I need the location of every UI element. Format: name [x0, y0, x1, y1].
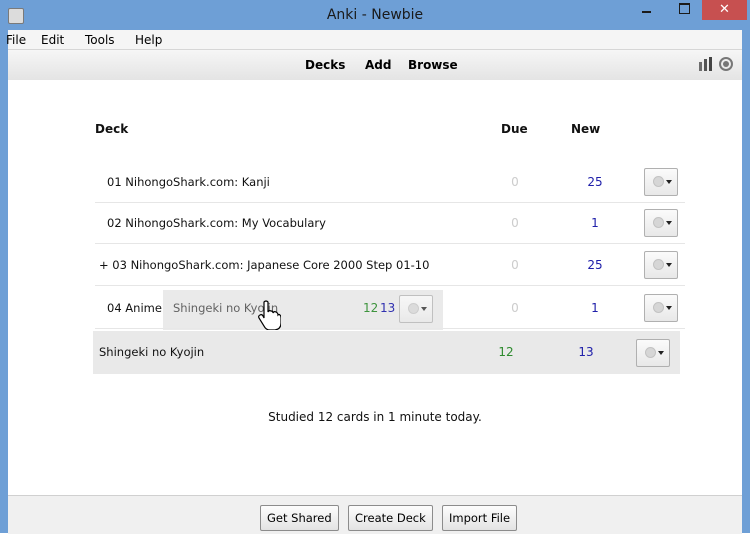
deck-options-button[interactable]: [644, 209, 678, 237]
menu-file[interactable]: File: [6, 33, 26, 47]
drag-ghost-options-button: [399, 295, 433, 323]
minimize-button[interactable]: [633, 0, 660, 20]
deck-new-count: 1: [591, 216, 599, 230]
drag-ghost-deck: Shingeki no Kyojin 12 13: [163, 290, 443, 330]
hand-cursor-icon: [258, 300, 281, 330]
deck-new-count: 1: [591, 301, 599, 315]
deck-options-button[interactable]: [644, 294, 678, 322]
studied-summary: Studied 12 cards in 1 minute today.: [268, 410, 482, 424]
deck-name[interactable]: 02 NihongoShark.com: My Vocabulary: [107, 216, 326, 230]
deck-name[interactable]: + 03 NihongoShark.com: Japanese Core 200…: [99, 258, 429, 272]
deck-new-count: 13: [578, 345, 594, 359]
stats-icon[interactable]: [698, 57, 714, 71]
chevron-down-icon: [666, 180, 672, 184]
chevron-down-icon: [666, 263, 672, 267]
gear-icon: [408, 303, 419, 314]
chevron-down-icon: [658, 351, 664, 355]
create-deck-button[interactable]: Create Deck: [348, 505, 433, 531]
deck-options-button[interactable]: [644, 251, 678, 279]
gear-icon: [653, 302, 664, 313]
deck-due-count: 0: [511, 301, 519, 315]
window-frame-right: [742, 30, 750, 533]
chevron-down-icon: [421, 307, 427, 311]
toolbar-decks-link[interactable]: Decks: [305, 58, 345, 72]
deck-options-button[interactable]: [636, 339, 670, 367]
deck-row-subdeck[interactable]: Shingeki no Kyojin 12 13: [93, 331, 680, 374]
deck-row[interactable]: + 03 NihongoShark.com: Japanese Core 200…: [95, 245, 685, 286]
menu-tools[interactable]: Tools: [85, 33, 115, 47]
gear-icon: [645, 347, 656, 358]
close-button[interactable]: ✕: [702, 0, 747, 20]
column-header-due: Due: [501, 122, 528, 136]
deck-due-count: 0: [511, 175, 519, 189]
toolbar-browse-link[interactable]: Browse: [408, 58, 458, 72]
menu-bar: File Edit Tools Help: [6, 30, 742, 49]
import-file-button[interactable]: Import File: [442, 505, 518, 531]
menu-help[interactable]: Help: [135, 33, 162, 47]
chevron-down-icon: [666, 221, 672, 225]
deck-name[interactable]: 04 Anime: [107, 301, 162, 315]
deck-row[interactable]: 01 NihongoShark.com: Kanji 0 25: [95, 162, 685, 203]
sync-icon[interactable]: [719, 57, 733, 71]
title-bar: Anki - Newbie ✕: [0, 0, 750, 30]
gear-icon: [653, 217, 664, 228]
gear-icon: [653, 176, 664, 187]
deck-options-button[interactable]: [644, 168, 678, 196]
deck-browser: Deck Due New 01 NihongoShark.com: Kanji …: [8, 80, 742, 495]
deck-name[interactable]: 01 NihongoShark.com: Kanji: [107, 175, 270, 189]
drag-ghost-due: 12: [363, 301, 379, 315]
gear-icon: [653, 259, 664, 270]
deck-due-count: 0: [511, 216, 519, 230]
top-toolbar: Decks Add Browse: [8, 49, 742, 81]
toolbar-add-link[interactable]: Add: [365, 58, 391, 72]
deck-name[interactable]: Shingeki no Kyojin: [99, 345, 204, 359]
maximize-button[interactable]: [671, 0, 698, 20]
deck-row[interactable]: 02 NihongoShark.com: My Vocabulary 0 1: [95, 203, 685, 244]
drag-ghost-new: 13: [380, 301, 396, 315]
column-header-deck: Deck: [95, 122, 129, 136]
window-frame-left: [0, 30, 8, 533]
deck-due-count: 12: [498, 345, 514, 359]
chevron-down-icon: [666, 306, 672, 310]
get-shared-button[interactable]: Get Shared: [260, 505, 339, 531]
bottom-bar: Get Shared Create Deck Import File: [8, 495, 742, 534]
deck-new-count: 25: [587, 258, 603, 272]
menu-edit[interactable]: Edit: [41, 33, 64, 47]
column-header-new: New: [571, 122, 601, 136]
deck-new-count: 25: [587, 175, 603, 189]
deck-due-count: 0: [511, 258, 519, 272]
